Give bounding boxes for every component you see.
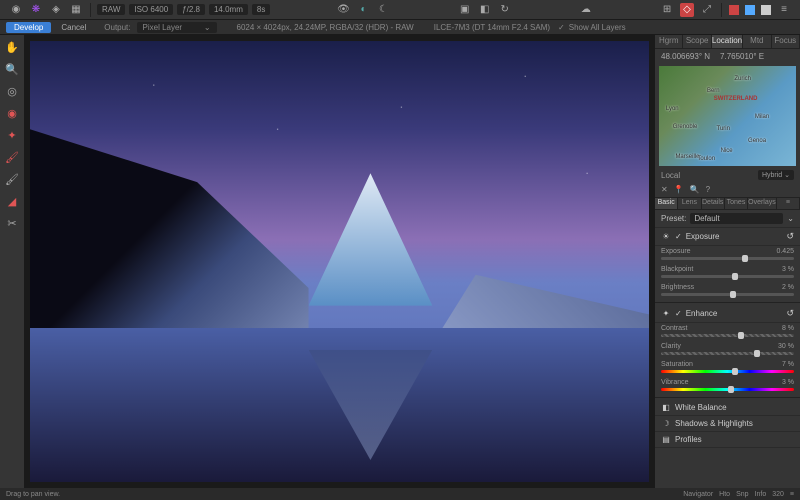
slider-brightness[interactable]: Brightness2 %	[655, 282, 800, 300]
tab-metadata[interactable]: Mtd	[743, 35, 771, 48]
right-panel: Hgrm Scope Location Mtd Focus 48.006693°…	[655, 35, 800, 488]
gradient-tool[interactable]: ◢	[4, 193, 20, 209]
swatch3-icon[interactable]	[761, 5, 771, 15]
top-toolbar: ◉ ❋ ◈ ▦ RAW ISO 6400 ƒ/2.8 14.0mm 8s 👁 ◐…	[0, 0, 800, 20]
tab-tones[interactable]: Tones	[725, 198, 748, 209]
preset-select[interactable]: Default	[690, 213, 783, 224]
tab-menu[interactable]: ≡	[777, 198, 800, 209]
sparkle-icon: ✦	[661, 309, 671, 318]
zoom-tool[interactable]: 🔍	[4, 61, 20, 77]
overlay-brush-tool[interactable]: 🖌	[4, 149, 20, 165]
tab-focus[interactable]: Focus	[772, 35, 800, 48]
tab-basic[interactable]: Basic	[655, 198, 678, 209]
cancel-button[interactable]: Cancel	[53, 22, 94, 33]
tab-scope[interactable]: Scope	[683, 35, 711, 48]
moon-icon[interactable]: ☾	[377, 3, 391, 17]
slider-saturation[interactable]: Saturation7 %	[655, 359, 800, 377]
camera-text: ILCE-7M3 (DT 14mm F2.4 SAM)	[434, 23, 550, 32]
slider-contrast[interactable]: Contrast8 %	[655, 323, 800, 341]
tab-location[interactable]: Location	[712, 35, 743, 48]
slider-clarity[interactable]: Clarity30 %	[655, 341, 800, 359]
output-select[interactable]: Pixel Layer⌄	[137, 22, 217, 33]
persona-icon[interactable]: ❋	[29, 3, 43, 17]
warn-icon[interactable]: ◇	[680, 3, 694, 17]
tab-details[interactable]: Details	[702, 198, 725, 209]
sun-icon: ☀	[661, 232, 671, 241]
canvas-area[interactable]	[24, 35, 655, 488]
app-icon[interactable]: ◉	[9, 3, 23, 17]
gps-coords: 48.006693° N 7.765010° E	[655, 49, 800, 64]
mirror-icon[interactable]: ◧	[478, 3, 492, 17]
hto-tab[interactable]: Hto	[719, 491, 730, 498]
slider-exposure[interactable]: Exposure0.425	[655, 246, 800, 264]
enhance-header[interactable]: ✦ ✓ Enhance ↺	[655, 305, 800, 323]
reset-icon[interactable]: ↺	[786, 231, 794, 242]
status-bar: Drag to pan view. Navigator Hto Snp Info…	[0, 488, 800, 500]
longitude: 7.765010° E	[720, 52, 764, 61]
help-icon[interactable]: ?	[706, 185, 710, 194]
tab-histogram[interactable]: Hgrm	[655, 35, 683, 48]
iso-badge: ISO 6400	[129, 4, 173, 15]
map-type-select[interactable]: Hybrid ⌄	[758, 170, 794, 180]
tab-overlays[interactable]: Overlays	[748, 198, 777, 209]
clip-icon[interactable]: ▣	[458, 3, 472, 17]
grid-icon[interactable]: ⊞	[660, 3, 674, 17]
zoom-level[interactable]: 320	[772, 491, 784, 498]
profile-icon: ▤	[661, 435, 671, 444]
tone-icon[interactable]: ▦	[69, 3, 83, 17]
menu-icon[interactable]: ≡	[777, 3, 791, 17]
slider-vibrance[interactable]: Vibrance3 %	[655, 377, 800, 395]
wb-header[interactable]: ◧ White Balance	[655, 400, 800, 416]
slider-blackpoint[interactable]: Blackpoint3 %	[655, 264, 800, 282]
swatch1-icon[interactable]	[729, 5, 739, 15]
search-icon[interactable]: 🔍	[690, 185, 700, 194]
reset-icon[interactable]: ↺	[786, 308, 794, 319]
info-tab[interactable]: Info	[755, 491, 767, 498]
tab-lens[interactable]: Lens	[678, 198, 701, 209]
pin-icon[interactable]: 📍	[674, 185, 684, 194]
menu-icon[interactable]: ≡	[790, 491, 794, 498]
expand-icon[interactable]: ⤢	[700, 3, 714, 17]
shutter-badge: 8s	[252, 4, 270, 15]
location-map[interactable]: SWITZERLAND Zurich Bern Lyon Grenoble Tu…	[659, 66, 796, 166]
wb-icon: ◧	[661, 403, 671, 412]
brush-tool[interactable]: 🖌	[4, 171, 20, 187]
exposure-header[interactable]: ☀ ✓ Exposure ↺	[655, 228, 800, 246]
latitude: 48.006693° N	[661, 52, 710, 61]
crop-tool[interactable]: ✂	[4, 215, 20, 231]
focal-badge: 14.0mm	[209, 4, 248, 15]
heal-tool[interactable]: ✦	[4, 127, 20, 143]
photo-preview	[30, 41, 649, 482]
info-bar: Develop Cancel Output: Pixel Layer⌄ 6024…	[0, 20, 800, 35]
nav-tab[interactable]: Navigator	[683, 491, 713, 498]
target-tool[interactable]: ◎	[4, 83, 20, 99]
rotate-icon[interactable]: ↻	[498, 3, 512, 17]
adjustment-tabs: Basic Lens Details Tones Overlays ≡	[655, 197, 800, 210]
liquify-icon[interactable]: ◈	[49, 3, 63, 17]
develop-button[interactable]: Develop	[6, 22, 51, 33]
map-country: SWITZERLAND	[714, 96, 758, 102]
hand-tool[interactable]: ✋	[4, 39, 20, 55]
assist-icon[interactable]: ☁	[579, 3, 593, 17]
output-label: Output:	[104, 23, 130, 32]
status-hint: Drag to pan view.	[6, 491, 60, 498]
left-toolbar: ✋ 🔍 ◎ ◉ ✦ 🖌 🖌 ◢ ✂	[0, 35, 24, 488]
swatch2-icon[interactable]	[745, 5, 755, 15]
snp-tab[interactable]: Snp	[736, 491, 748, 498]
local-label: Local	[661, 171, 680, 180]
raw-badge: RAW	[97, 4, 125, 15]
aperture-badge: ƒ/2.8	[177, 4, 205, 15]
panel-tabs: Hgrm Scope Location Mtd Focus	[655, 35, 800, 49]
show-layers-toggle[interactable]: Show All Layers	[569, 23, 626, 32]
moon-icon: ☽	[661, 419, 671, 428]
eye-icon[interactable]: 👁	[337, 3, 351, 17]
sh-header[interactable]: ☽ Shadows & Highlights	[655, 416, 800, 432]
preset-label: Preset:	[661, 214, 686, 223]
dimensions-text: 6024 × 4024px, 24.24MP, RGBA/32 (HDR) - …	[237, 23, 414, 32]
crosshair-icon[interactable]: ✕	[661, 185, 668, 194]
red-eye-tool[interactable]: ◉	[4, 105, 20, 121]
profiles-header[interactable]: ▤ Profiles	[655, 432, 800, 448]
sync-icon[interactable]: ◐	[357, 3, 371, 17]
